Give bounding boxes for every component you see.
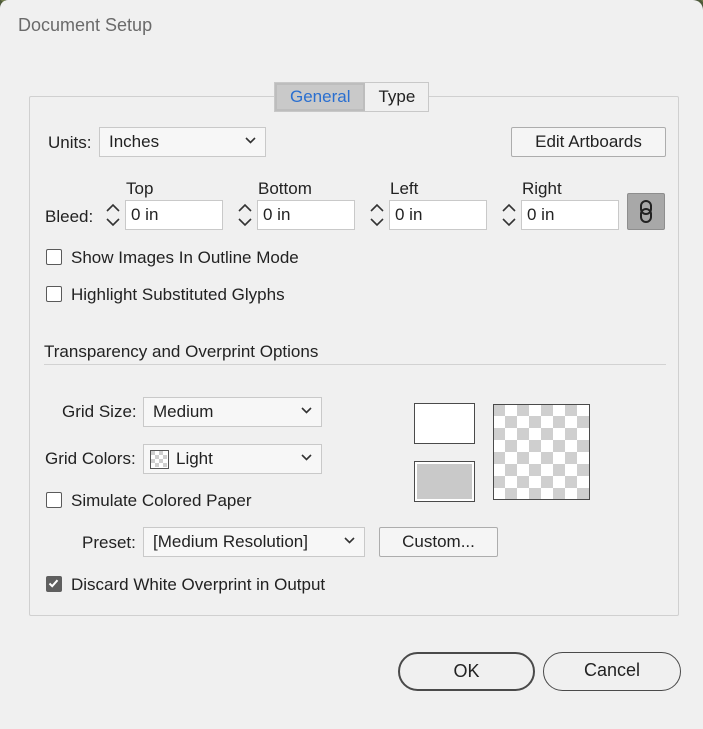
- grid-size-value: Medium: [153, 402, 214, 421]
- stepper-arrows-icon[interactable]: [101, 200, 125, 230]
- document-setup-dialog: Document Setup General Type Units: Inche…: [0, 0, 703, 729]
- grid-colors-value: Light: [176, 449, 213, 468]
- simulate-paper-label[interactable]: Simulate Colored Paper: [71, 491, 251, 511]
- edit-artboards-button[interactable]: Edit Artboards: [511, 127, 666, 157]
- tab-type[interactable]: Type: [365, 83, 428, 111]
- bleed-right-stepper[interactable]: 0 in: [497, 200, 619, 230]
- discard-white-checkbox[interactable]: [46, 576, 62, 592]
- chevron-down-icon: [301, 407, 312, 414]
- grid-size-select[interactable]: Medium: [143, 397, 322, 427]
- preset-select[interactable]: [Medium Resolution]: [143, 527, 365, 557]
- grid-color-1-swatch[interactable]: [414, 403, 475, 444]
- custom-button[interactable]: Custom...: [379, 527, 498, 557]
- highlight-glyphs-label[interactable]: Highlight Substituted Glyphs: [71, 285, 285, 305]
- dialog-title: Document Setup: [18, 15, 153, 35]
- units-select[interactable]: Inches: [99, 127, 266, 157]
- discard-white-label[interactable]: Discard White Overprint in Output: [71, 575, 325, 595]
- bleed-top-stepper[interactable]: 0 in: [101, 200, 223, 230]
- grid-color-2-swatch[interactable]: [414, 461, 475, 502]
- stepper-arrows-icon[interactable]: [233, 200, 257, 230]
- bleed-bottom-label: Bottom: [258, 179, 312, 198]
- transparency-section-title: Transparency and Overprint Options: [44, 342, 319, 361]
- link-bleed-button[interactable]: [627, 193, 665, 230]
- bleed-label: Bleed:: [45, 207, 94, 226]
- show-images-outline-checkbox[interactable]: [46, 249, 62, 265]
- show-images-outline-label[interactable]: Show Images In Outline Mode: [71, 248, 299, 268]
- bleed-left-stepper[interactable]: 0 in: [365, 200, 487, 230]
- chevron-down-icon: [301, 454, 312, 461]
- ok-button[interactable]: OK: [398, 652, 535, 691]
- grid-color-2-fill: [417, 464, 472, 499]
- simulate-paper-checkbox[interactable]: [46, 492, 62, 508]
- units-value: Inches: [109, 132, 160, 151]
- transparency-grid-preview: [493, 404, 590, 500]
- tab-general[interactable]: General: [275, 83, 366, 111]
- grid-colors-select[interactable]: Light: [143, 444, 322, 474]
- bleed-top-input[interactable]: 0 in: [125, 200, 223, 230]
- grid-colors-label: Grid Colors:: [45, 449, 136, 468]
- stepper-arrows-icon[interactable]: [365, 200, 389, 230]
- highlight-glyphs-checkbox[interactable]: [46, 286, 62, 302]
- chevron-down-icon: [245, 137, 256, 144]
- checkerboard-icon: [150, 450, 169, 469]
- bleed-left-label: Left: [390, 179, 419, 198]
- stepper-arrows-icon[interactable]: [497, 200, 521, 230]
- title-bar[interactable]: Document Setup: [0, 0, 703, 50]
- tab-bar: General Type: [274, 82, 430, 112]
- checkmark-icon: [48, 579, 59, 588]
- preset-label: Preset:: [82, 533, 136, 552]
- bleed-bottom-input[interactable]: 0 in: [257, 200, 355, 230]
- chain-link-icon: [640, 200, 652, 223]
- preset-value: [Medium Resolution]: [153, 532, 308, 551]
- bleed-right-label: Right: [522, 179, 562, 198]
- bleed-bottom-stepper[interactable]: 0 in: [233, 200, 355, 230]
- section-divider: [44, 364, 666, 365]
- chevron-down-icon: [344, 537, 355, 544]
- cancel-button[interactable]: Cancel: [543, 652, 681, 691]
- grid-size-label: Grid Size:: [62, 402, 137, 421]
- bleed-left-input[interactable]: 0 in: [389, 200, 487, 230]
- bleed-top-label: Top: [126, 179, 154, 198]
- units-label: Units:: [48, 133, 92, 152]
- bleed-right-input[interactable]: 0 in: [521, 200, 619, 230]
